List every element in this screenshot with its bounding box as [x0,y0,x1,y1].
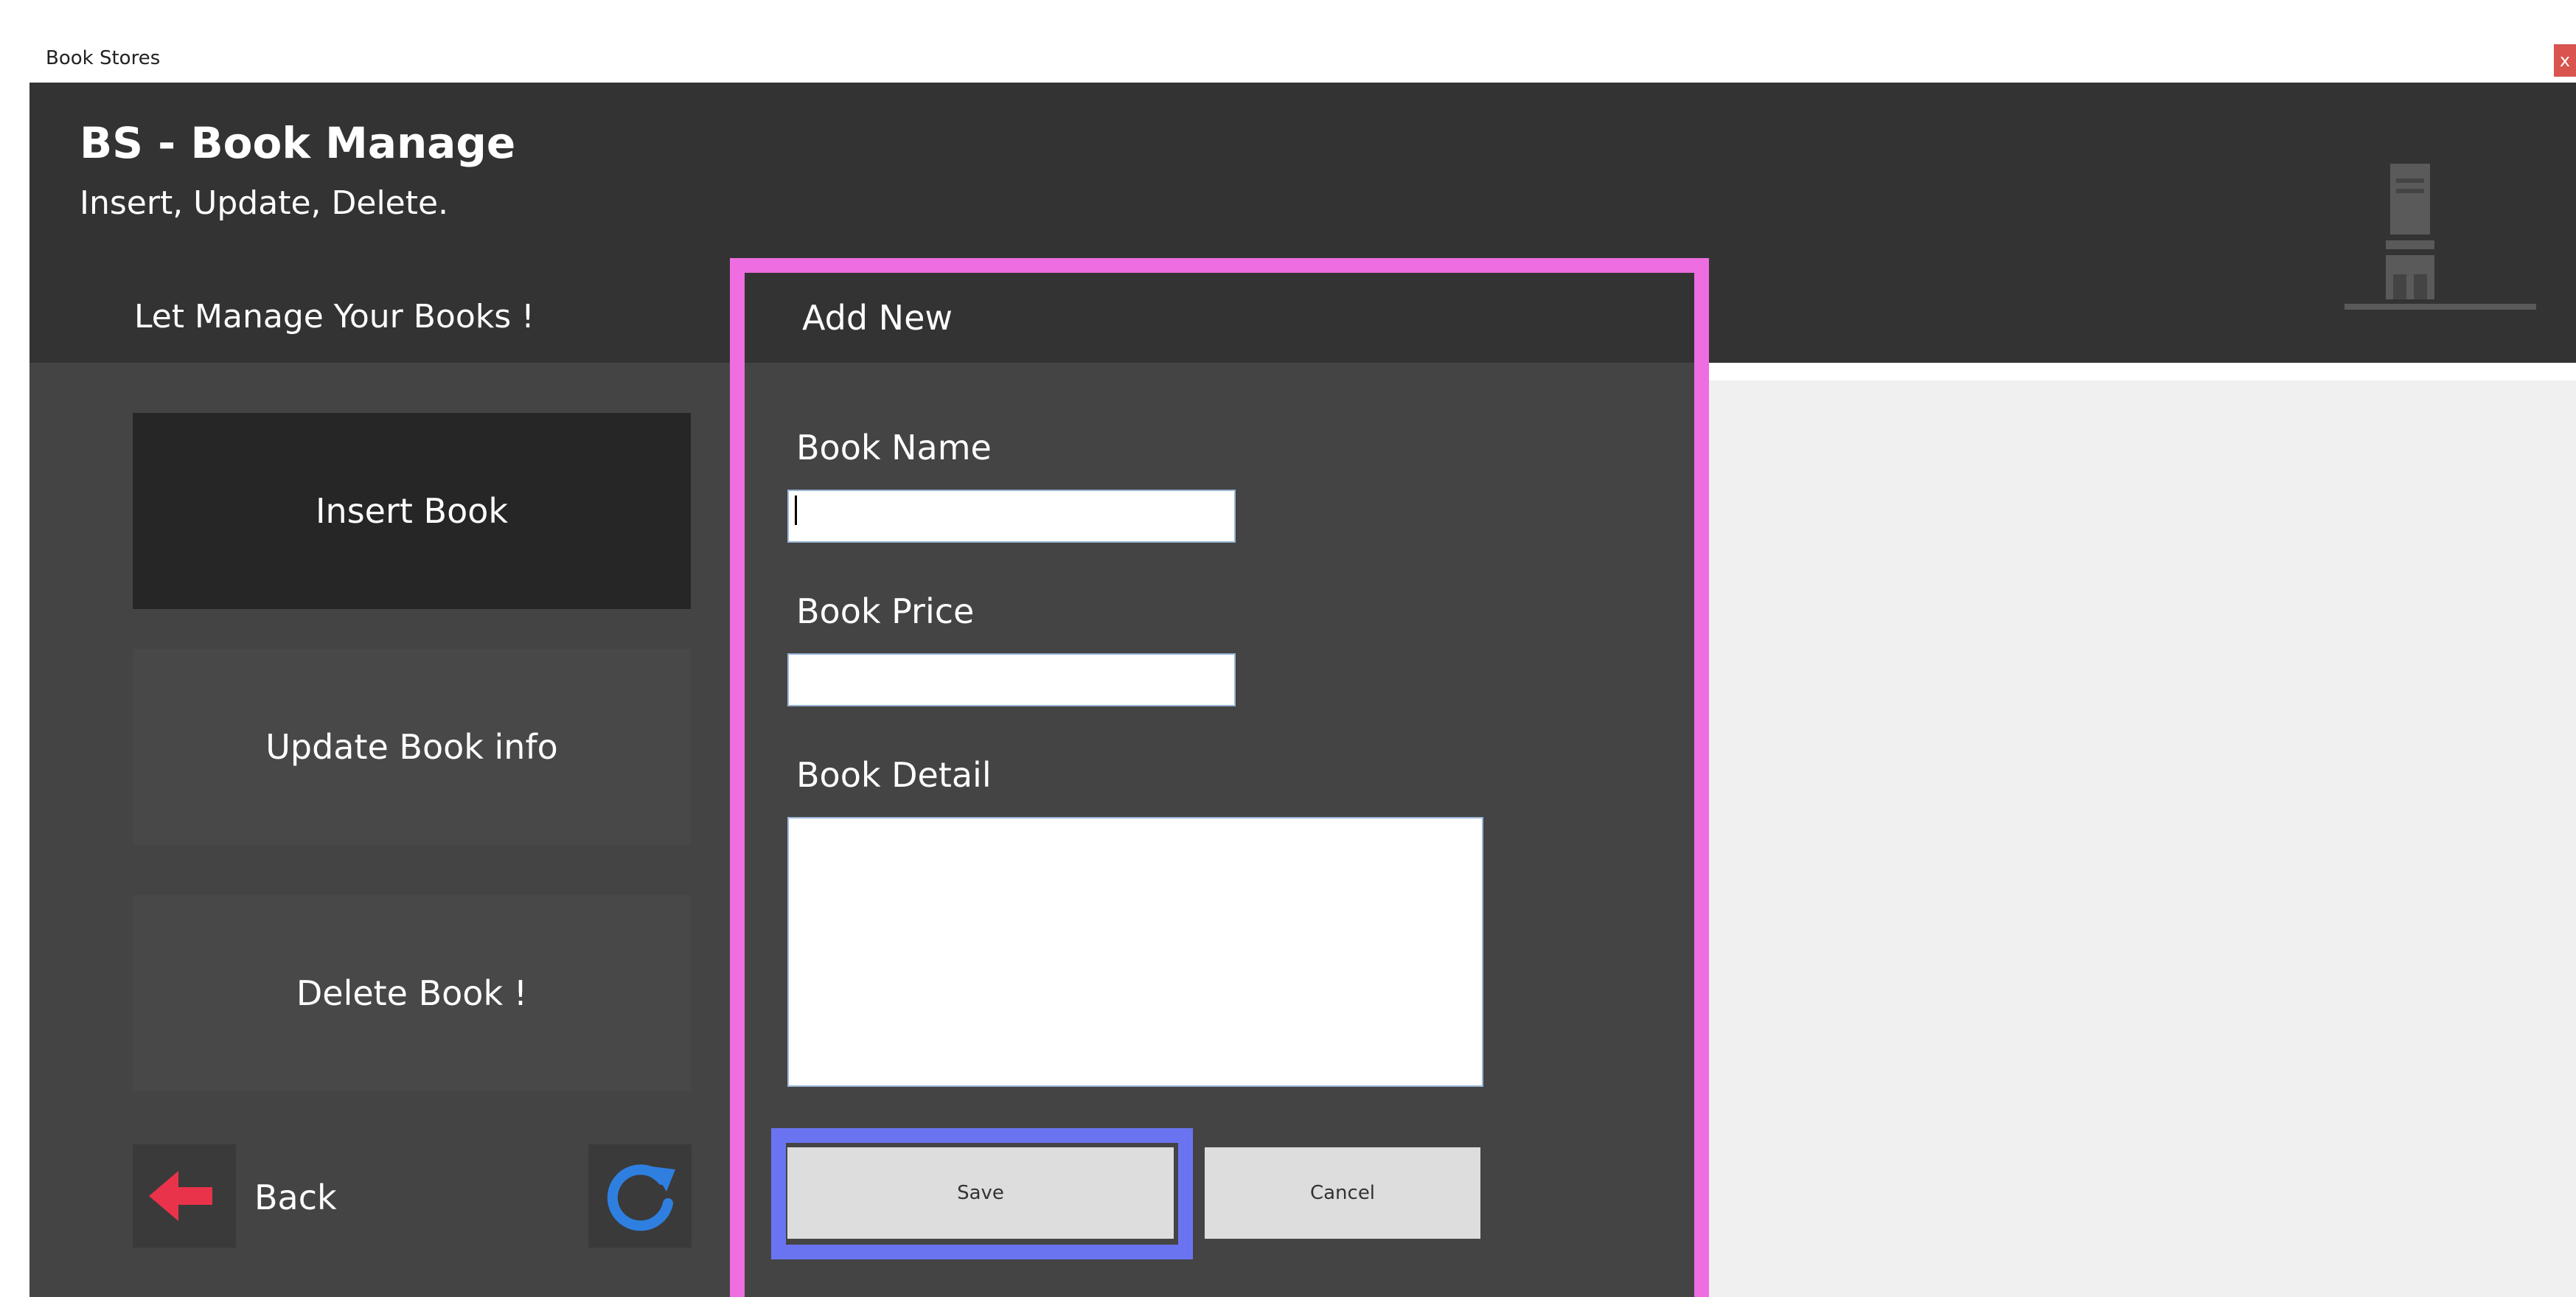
content-divider [1709,363,2576,380]
app-title: BS - Book Manage [80,118,516,168]
form-header: Add New [745,273,1694,363]
text-caret [795,495,797,525]
back-label[interactable]: Back [254,1178,337,1217]
book-detail-label: Book Detail [796,755,992,795]
book-detail-textarea[interactable] [787,817,1483,1087]
back-button[interactable] [133,1144,236,1248]
delete-book-button[interactable]: Delete Book ! [133,895,691,1091]
form-heading: Add New [802,298,953,338]
sidebar-heading: Let Manage Your Books ! [134,298,535,335]
insert-book-button[interactable]: Insert Book [133,413,691,609]
arrow-left-icon [149,1171,212,1221]
window-title: Book Stores [46,47,161,69]
bookstore-icon [2344,164,2536,310]
book-name-input[interactable] [787,490,1236,543]
cancel-button[interactable]: Cancel [1205,1147,1480,1239]
save-button[interactable]: Save [787,1147,1174,1239]
window-titlebar: Book Stores x [29,38,2576,83]
content-area [1709,363,2576,1297]
update-book-info-button[interactable]: Update Book info [133,649,691,845]
book-price-label: Book Price [796,591,975,631]
refresh-button[interactable] [588,1144,692,1248]
close-button[interactable]: x [2554,44,2576,77]
close-icon: x [2559,50,2571,71]
refresh-icon [607,1164,675,1231]
book-price-input[interactable] [787,653,1236,706]
sidebar-header: Let Manage Your Books ! [29,280,730,363]
book-name-label: Book Name [796,428,992,467]
app-subtitle: Insert, Update, Delete. [80,184,449,222]
